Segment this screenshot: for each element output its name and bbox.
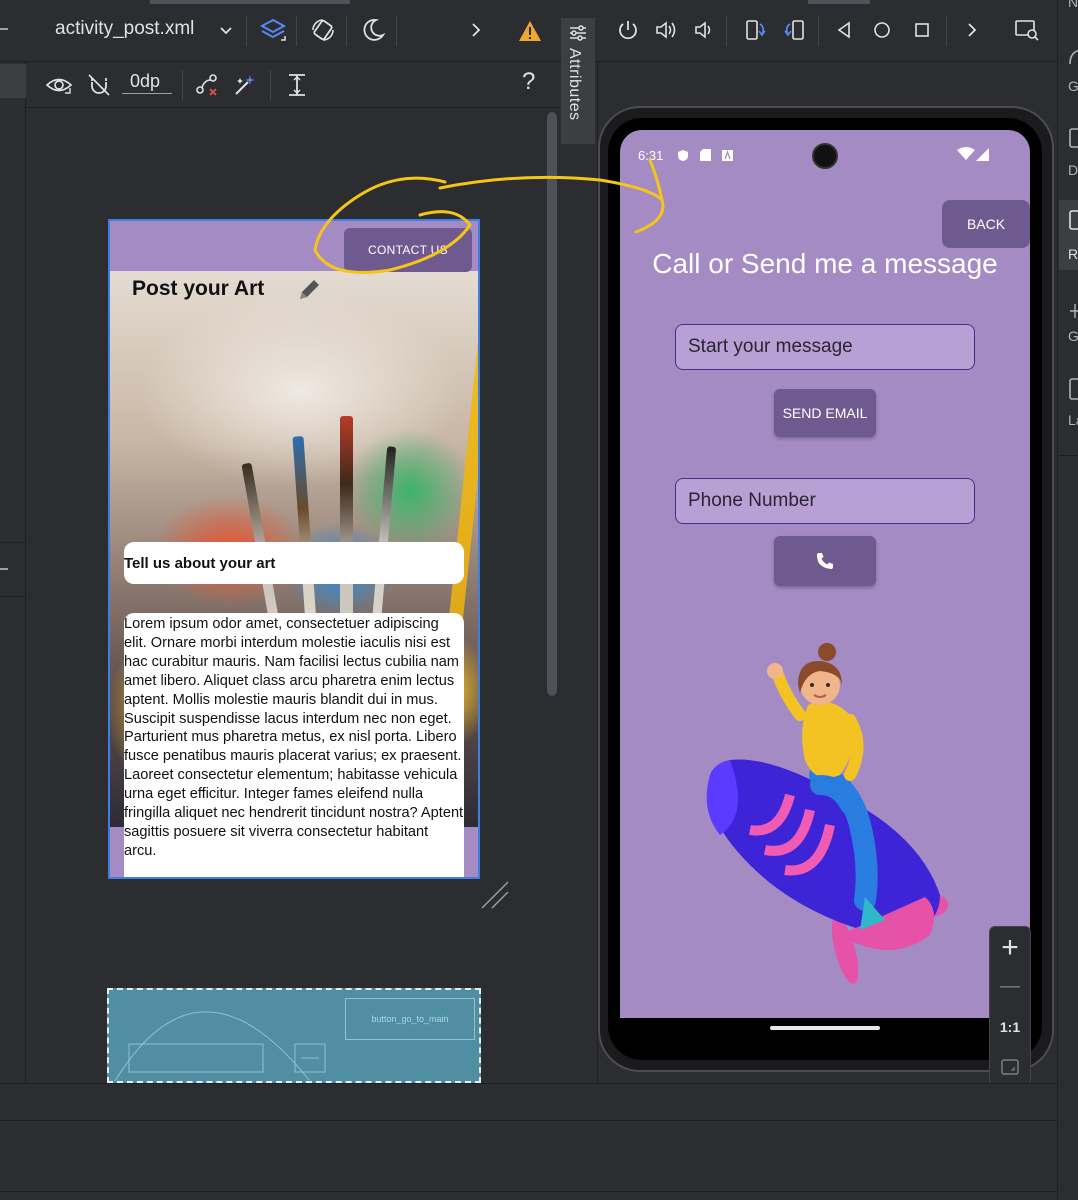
canvas-vertical-scrollbar[interactable] bbox=[547, 112, 557, 696]
volume-up-icon[interactable] bbox=[652, 16, 680, 44]
call-button[interactable] bbox=[774, 536, 876, 586]
help-button[interactable]: ? bbox=[522, 68, 535, 96]
toolbar-separator bbox=[270, 70, 271, 100]
signal-icon bbox=[974, 146, 990, 162]
toolbar-separator bbox=[726, 16, 727, 46]
strip-divider bbox=[1059, 455, 1078, 456]
power-icon[interactable] bbox=[614, 16, 642, 44]
tell-about-art-field[interactable]: Tell us about your art bbox=[124, 542, 464, 584]
warning-icon[interactable] bbox=[516, 18, 544, 44]
zoom-actual-size-button[interactable]: 1:1 bbox=[990, 1019, 1030, 1035]
right-strip-label[interactable]: N bbox=[1068, 0, 1078, 10]
zoom-in-button[interactable]: + bbox=[990, 931, 1030, 965]
gutter-selected-item[interactable] bbox=[0, 64, 26, 98]
sliders-icon bbox=[567, 22, 589, 44]
file-tab-label[interactable]: activity_post.xml bbox=[55, 18, 194, 40]
running-devices-icon bbox=[1067, 208, 1078, 232]
eye-icon[interactable] bbox=[44, 70, 74, 100]
chevron-right-icon[interactable] bbox=[962, 18, 982, 42]
attributes-side-tab[interactable]: Attributes bbox=[561, 18, 595, 144]
chevron-down-icon[interactable] bbox=[216, 20, 236, 42]
rotate-orientation-icon[interactable] bbox=[306, 14, 340, 46]
toolbar-separator bbox=[396, 16, 397, 46]
wifi-icon bbox=[956, 146, 976, 162]
editor-top-toolbar: activity_post.xml bbox=[0, 0, 1078, 62]
right-strip-label[interactable]: G bbox=[1068, 78, 1078, 94]
toolbar-separator bbox=[246, 16, 247, 46]
right-strip-label[interactable]: G bbox=[1068, 328, 1078, 344]
layout-inspector-icon[interactable] bbox=[1067, 376, 1078, 402]
status-bar-time: 6:31 bbox=[638, 148, 664, 163]
status-strip bbox=[0, 1120, 1057, 1200]
layout-design-preview[interactable]: CONTACT US Post your Art Tell us about y… bbox=[108, 219, 480, 879]
gutter-divider bbox=[0, 542, 26, 543]
guidelines-icon[interactable] bbox=[282, 70, 312, 100]
default-margin-value[interactable]: 0dp bbox=[130, 71, 160, 92]
sd-card-icon bbox=[698, 148, 712, 162]
gradle-icon[interactable] bbox=[1067, 46, 1078, 68]
device-manager-icon[interactable] bbox=[1067, 126, 1078, 150]
fit-screen-icon[interactable] bbox=[1000, 1057, 1020, 1077]
night-mode-icon[interactable] bbox=[356, 14, 390, 46]
toolbar-separator bbox=[346, 16, 347, 46]
right-strip-label[interactable]: D bbox=[1068, 162, 1078, 178]
collapsed-panel-marker bbox=[0, 568, 8, 570]
scroll-indicator bbox=[150, 0, 350, 4]
bottom-panel bbox=[0, 1083, 1057, 1120]
left-tool-gutter bbox=[0, 62, 26, 1082]
rocket-girl-illustration bbox=[690, 635, 960, 995]
send-email-button[interactable]: SEND EMAIL bbox=[774, 389, 876, 437]
toolbar-separator bbox=[818, 16, 819, 46]
pencil-icon[interactable] bbox=[294, 275, 324, 305]
toolbar-separator bbox=[182, 70, 183, 100]
toolbar-separator bbox=[946, 16, 947, 46]
art-description-text[interactable]: Lorem ipsum odor amet, consectetuer adip… bbox=[124, 613, 464, 877]
emulator-screen[interactable]: 6:31 BACK Call or Send me a message Star… bbox=[620, 130, 1030, 1018]
rotate-left-icon[interactable] bbox=[740, 16, 770, 44]
resize-handle-icon[interactable] bbox=[480, 880, 510, 910]
back-nav-icon[interactable] bbox=[830, 16, 858, 44]
screen-search-icon[interactable] bbox=[1012, 16, 1042, 44]
message-input[interactable]: Start your message bbox=[675, 324, 975, 370]
blueprint-preview[interactable]: button_go_to_main bbox=[107, 988, 481, 1083]
rotate-right-icon[interactable] bbox=[780, 16, 810, 44]
phone-number-input[interactable]: Phone Number bbox=[675, 478, 975, 524]
right-strip-label[interactable]: La bbox=[1068, 412, 1078, 428]
design-toolbar: 0dp ? bbox=[0, 62, 560, 108]
gemini-icon[interactable] bbox=[1067, 300, 1078, 322]
contact-heading: Call or Send me a message bbox=[652, 248, 998, 279]
margin-underline bbox=[122, 93, 172, 94]
accessibility-icon bbox=[720, 148, 734, 162]
infer-constraints-icon[interactable] bbox=[230, 70, 260, 100]
toolbar-separator bbox=[296, 16, 297, 46]
zoom-out-button[interactable]: — bbox=[990, 975, 1030, 998]
overview-nav-icon[interactable] bbox=[908, 16, 936, 44]
shield-icon bbox=[676, 148, 690, 162]
front-camera bbox=[812, 143, 838, 169]
contact-us-button[interactable]: CONTACT US bbox=[344, 228, 472, 272]
right-tool-window-strip: N G D R G La bbox=[1057, 0, 1078, 1200]
gutter-divider bbox=[0, 596, 26, 597]
collapsed-panel-marker bbox=[0, 28, 8, 30]
home-nav-icon[interactable] bbox=[868, 16, 896, 44]
post-art-title: Post your Art bbox=[132, 277, 265, 300]
strip-divider bbox=[0, 1191, 1057, 1192]
gesture-nav-handle[interactable] bbox=[770, 1026, 880, 1030]
back-button[interactable]: BACK bbox=[942, 200, 1030, 248]
clear-constraints-icon[interactable] bbox=[192, 70, 222, 100]
chevron-right-icon[interactable] bbox=[466, 18, 486, 42]
attributes-tab-label: Attributes bbox=[566, 48, 583, 121]
blueprint-go-to-main-button[interactable]: button_go_to_main bbox=[345, 998, 475, 1040]
volume-down-icon[interactable] bbox=[690, 16, 718, 44]
phone-icon bbox=[815, 551, 835, 571]
magnet-off-icon[interactable] bbox=[84, 70, 114, 100]
zoom-controls: + — 1:1 bbox=[989, 926, 1031, 1086]
layers-icon[interactable] bbox=[256, 14, 290, 46]
right-strip-label[interactable]: R bbox=[1068, 246, 1078, 262]
scroll-indicator bbox=[808, 0, 870, 4]
